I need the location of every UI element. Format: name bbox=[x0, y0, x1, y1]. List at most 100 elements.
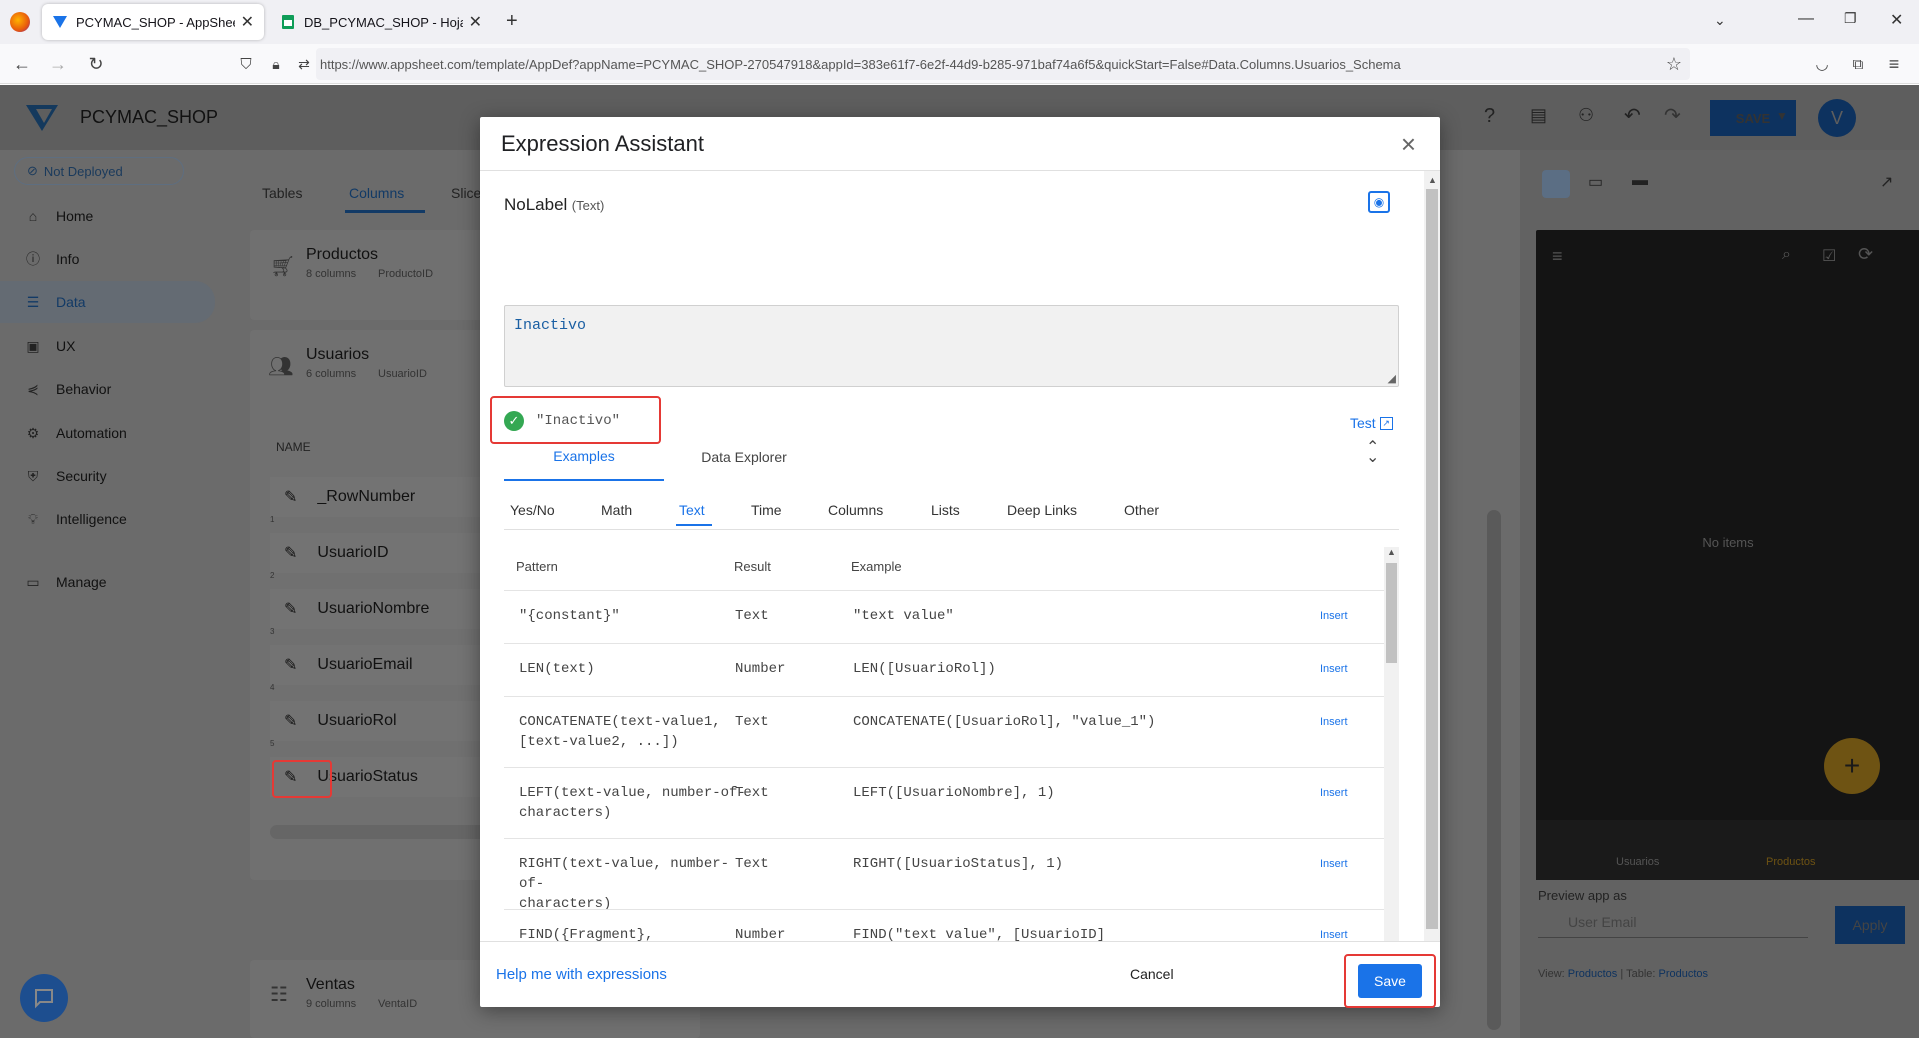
nav-security[interactable]: ⛨ Security bbox=[24, 464, 107, 488]
apply-button[interactable]: Apply bbox=[1835, 906, 1905, 944]
chevron-down-icon[interactable]: ⌄ bbox=[1714, 12, 1726, 29]
table-link[interactable]: Productos bbox=[1659, 968, 1709, 980]
menu-icon[interactable]: ≡ bbox=[1552, 246, 1563, 267]
undo-icon[interactable]: ↶ bbox=[1624, 103, 1641, 128]
user-email-input[interactable]: User Email bbox=[1538, 908, 1808, 938]
collapse-icon[interactable]: ⌃ ⌄ bbox=[1366, 440, 1379, 466]
tab-title: DB_PCYMAC_SHOP - Hojas de bbox=[304, 14, 463, 30]
category-math[interactable]: Math bbox=[601, 502, 632, 518]
edit-pencil-icon[interactable]: ✎ bbox=[284, 711, 297, 731]
cancel-button[interactable]: Cancel bbox=[1130, 966, 1174, 982]
dialog-scrollbar-track[interactable]: ▲ bbox=[1424, 171, 1440, 941]
menu-icon[interactable]: ≡ bbox=[1882, 52, 1906, 76]
add-fab[interactable]: + bbox=[1824, 738, 1880, 794]
nav-intelligence[interactable]: 💡︎ Intelligence bbox=[24, 507, 127, 531]
content-tab-slices[interactable]: Slice bbox=[451, 185, 481, 201]
tab-examples[interactable]: Examples bbox=[504, 433, 664, 481]
resize-handle-icon[interactable]: ◢ bbox=[1388, 372, 1396, 386]
content-tab-tables[interactable]: Tables bbox=[262, 185, 302, 201]
nav-automation[interactable]: ⚙ Automation bbox=[24, 421, 127, 445]
content-tab-columns[interactable]: Columns bbox=[349, 185, 404, 201]
checkbox-icon[interactable]: ☑ bbox=[1822, 246, 1836, 266]
bottom-tab-productos[interactable]: Productos bbox=[1766, 856, 1816, 868]
table-row: RIGHT(text-value, number-of- characters)… bbox=[504, 838, 1384, 912]
preview-eye-icon[interactable]: ◉ bbox=[1368, 191, 1390, 213]
browser-tab-sheets[interactable]: DB_PCYMAC_SHOP - Hojas de ✕ bbox=[270, 4, 492, 40]
table-scrollbar-thumb[interactable] bbox=[1386, 563, 1397, 663]
table-scroll-up-icon[interactable]: ▲ bbox=[1387, 547, 1396, 557]
open-new-window-icon[interactable]: ↗ bbox=[1880, 172, 1893, 192]
share-user-icon[interactable]: ⚇ bbox=[1578, 105, 1594, 126]
close-icon[interactable]: × bbox=[1401, 129, 1416, 160]
restore-icon[interactable]: ❐ bbox=[1844, 10, 1857, 27]
row-result: Text bbox=[735, 714, 769, 730]
table-scrollbar-track[interactable]: ▲ bbox=[1384, 547, 1399, 941]
nav-ux[interactable]: ▣ UX bbox=[24, 334, 75, 358]
tab-data-explorer[interactable]: Data Explorer bbox=[664, 433, 824, 481]
new-tab-icon[interactable]: + bbox=[506, 10, 518, 33]
nav-info[interactable]: ⓘ Info bbox=[24, 247, 79, 271]
bookmark-star-icon[interactable]: ☆ bbox=[1662, 52, 1686, 76]
edit-pencil-icon[interactable]: ✎ bbox=[284, 487, 297, 507]
redo-icon[interactable]: ↷ bbox=[1664, 103, 1681, 128]
category-yes-no[interactable]: Yes/No bbox=[510, 502, 555, 518]
sync-icon[interactable]: ⟳ bbox=[1858, 244, 1873, 265]
reload-icon[interactable]: ↻ bbox=[84, 52, 108, 76]
category-text[interactable]: Text bbox=[679, 502, 705, 518]
nav-data[interactable]: ☰ Data bbox=[24, 290, 86, 314]
lock-icon[interactable]: 🔒︎ bbox=[264, 52, 288, 76]
desktop-view-icon[interactable]: ▬ bbox=[1632, 172, 1648, 190]
deploy-status[interactable]: ⊘ Not Deployed bbox=[14, 157, 184, 185]
category-columns[interactable]: Columns bbox=[828, 502, 883, 518]
edit-pencil-icon[interactable]: ✎ bbox=[284, 543, 297, 563]
forward-icon[interactable]: → bbox=[46, 52, 70, 76]
category-lists[interactable]: Lists bbox=[931, 502, 960, 518]
versions-icon[interactable]: ▤ bbox=[1530, 105, 1547, 126]
url-bar[interactable]: https://www.appsheet.com/template/AppDef… bbox=[316, 48, 1690, 80]
expression-editor[interactable]: Inactivo ◢ bbox=[504, 305, 1399, 387]
nav-behavior[interactable]: ⋞ Behavior bbox=[24, 377, 111, 401]
edit-pencil-icon[interactable]: ✎ bbox=[284, 599, 297, 619]
insert-button[interactable]: Insert bbox=[1320, 929, 1348, 941]
firefox-icon[interactable] bbox=[10, 12, 30, 32]
column-name: UsuarioEmail bbox=[317, 656, 413, 673]
nav-manage[interactable]: ▭ Manage bbox=[24, 570, 106, 594]
nav-label: Data bbox=[56, 294, 86, 310]
permissions-icon[interactable]: ⇄ bbox=[292, 52, 316, 76]
view-link[interactable]: Productos bbox=[1568, 968, 1618, 980]
category-deep-links[interactable]: Deep Links bbox=[1007, 502, 1077, 518]
extensions-icon[interactable]: ⧉ bbox=[1846, 52, 1870, 76]
category-other[interactable]: Other bbox=[1124, 502, 1159, 518]
insert-button[interactable]: Insert bbox=[1320, 787, 1348, 799]
insert-button[interactable]: Insert bbox=[1320, 663, 1348, 675]
nav-home[interactable]: ⌂ Home bbox=[24, 204, 94, 228]
close-tab-icon[interactable]: ✕ bbox=[241, 12, 254, 32]
category-time[interactable]: Time bbox=[751, 502, 782, 518]
bottom-tab-usuarios[interactable]: Usuarios bbox=[1616, 856, 1659, 868]
search-icon[interactable]: ⌕ bbox=[1782, 246, 1791, 264]
insert-button[interactable]: Insert bbox=[1320, 716, 1348, 728]
help-expressions-link[interactable]: Help me with expressions bbox=[496, 966, 667, 983]
dialog-scroll-up-icon[interactable]: ▲ bbox=[1428, 175, 1437, 185]
edit-pencil-icon[interactable]: ✎ bbox=[284, 655, 297, 675]
field-type: (Text) bbox=[571, 198, 605, 213]
insert-button[interactable]: Insert bbox=[1320, 610, 1348, 622]
save-options-icon[interactable]: ▼ bbox=[1776, 109, 1788, 123]
help-icon[interactable]: ? bbox=[1484, 105, 1495, 128]
insert-button[interactable]: Insert bbox=[1320, 858, 1348, 870]
tablet-view-icon[interactable]: ▭ bbox=[1588, 172, 1603, 192]
save-button[interactable]: Save bbox=[1358, 964, 1422, 998]
close-window-icon[interactable]: ✕ bbox=[1890, 10, 1903, 30]
shield-icon[interactable]: ⛉ bbox=[234, 52, 258, 76]
browser-tab-appsheet[interactable]: PCYMAC_SHOP - AppSheet ✕ bbox=[42, 4, 264, 40]
pocket-icon[interactable]: ◡ bbox=[1810, 52, 1834, 76]
content-scrollbar[interactable] bbox=[1487, 510, 1501, 1030]
phone-view-icon[interactable] bbox=[1542, 170, 1570, 198]
chat-button[interactable] bbox=[20, 974, 68, 1022]
avatar[interactable]: V bbox=[1818, 99, 1856, 137]
back-icon[interactable]: ← bbox=[10, 52, 34, 76]
dialog-scrollbar-thumb[interactable] bbox=[1426, 189, 1438, 929]
minimize-icon[interactable]: — bbox=[1798, 10, 1814, 28]
test-link[interactable]: Test ↗ bbox=[1350, 415, 1393, 431]
close-tab-icon[interactable]: ✕ bbox=[469, 12, 482, 32]
